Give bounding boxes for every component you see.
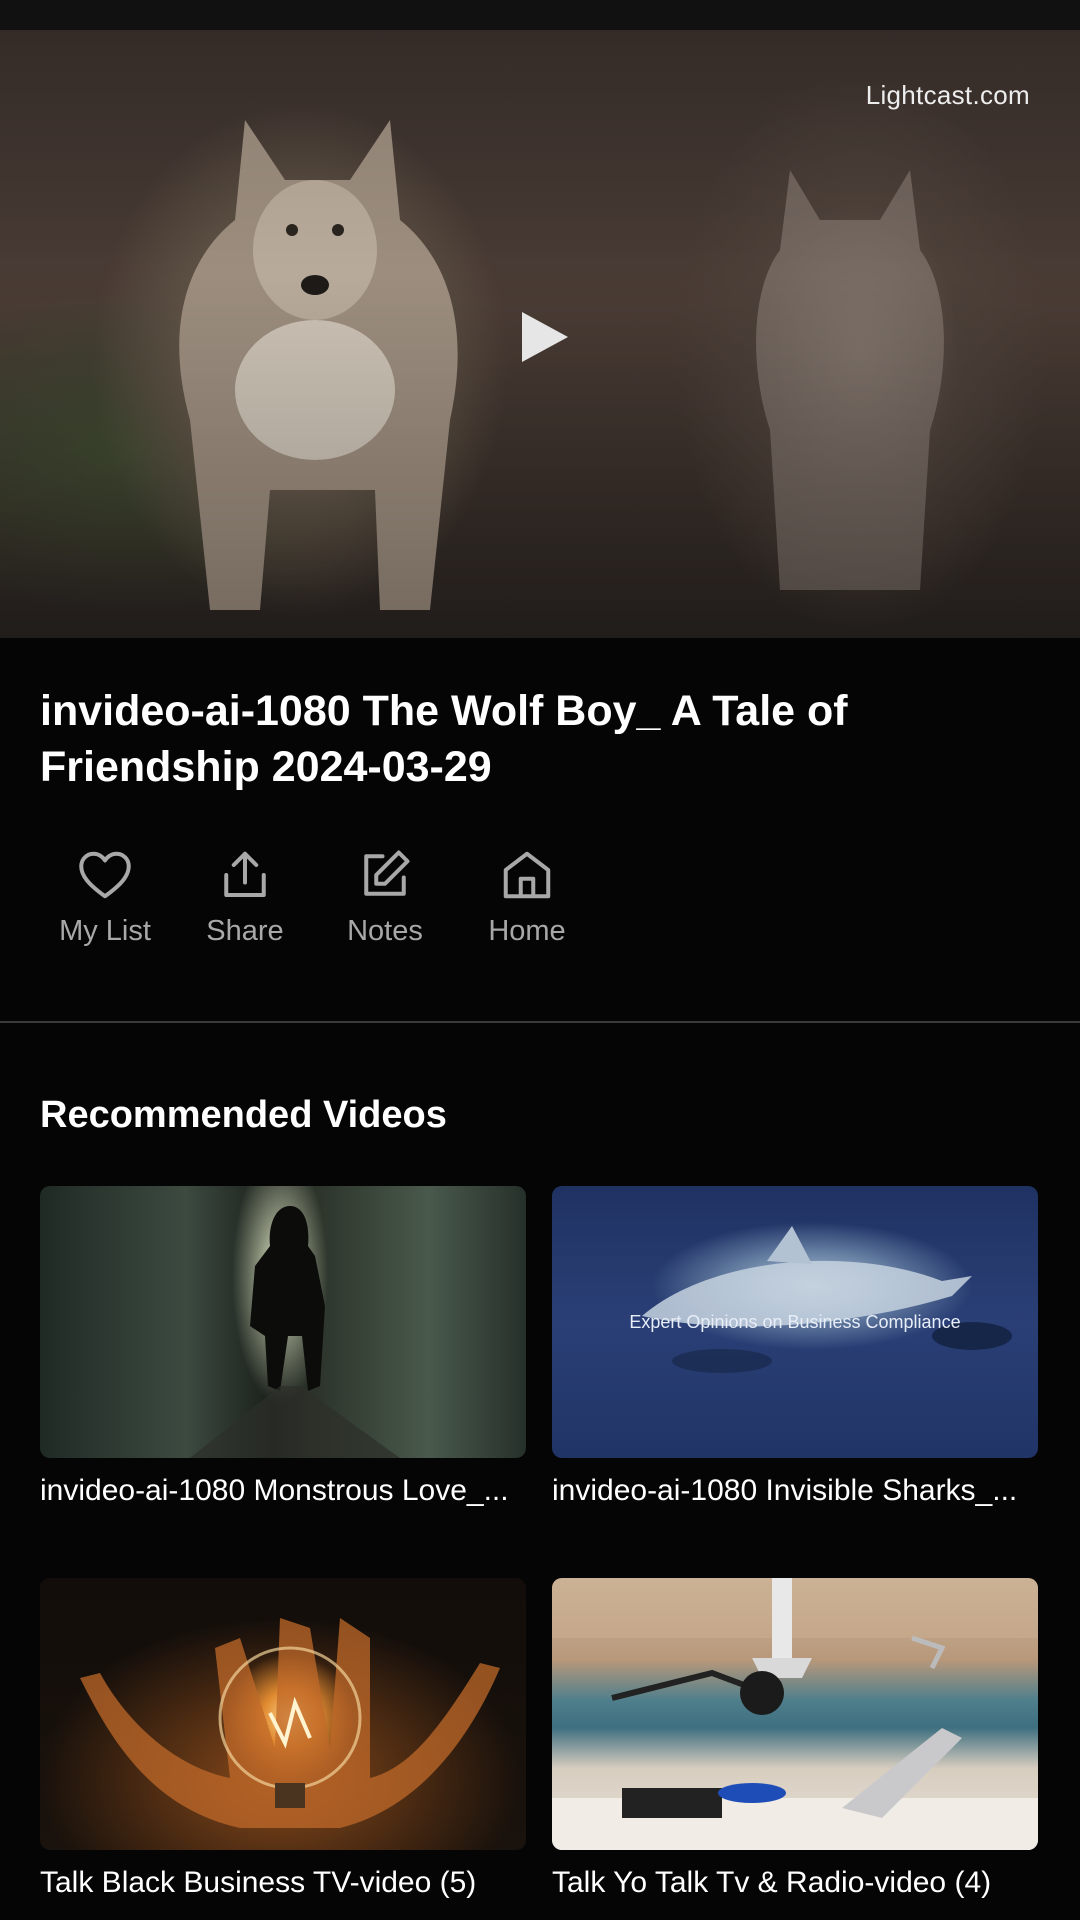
video-title: invideo-ai-1080 The Wolf Boy_ A Tale of … <box>40 687 848 791</box>
share-icon <box>224 851 266 897</box>
video-thumbnail: Expert Opinions on Business Compliance <box>552 1186 1038 1458</box>
home-icon <box>503 851 551 899</box>
thumbnail-text: Expert Opinions on Business Compliance <box>629 1312 961 1332</box>
home-label: Home <box>488 915 566 947</box>
my-list-label: My List <box>59 915 151 947</box>
play-icon[interactable] <box>520 310 570 364</box>
share-button[interactable]: Share <box>180 845 310 948</box>
status-strip <box>0 0 1080 30</box>
share-label: Share <box>206 915 284 947</box>
watermark: Lightcast.com <box>865 80 1030 110</box>
video-thumbnail <box>40 1186 526 1458</box>
video-thumbnail <box>552 1578 1038 1850</box>
recommended-title: Recommended Videos <box>40 1094 447 1136</box>
video-card[interactable]: Talk Black Business TV-video (5) <box>40 1578 526 1900</box>
video-card-title: invideo-ai-1080 Monstrous Love_... <box>40 1474 509 1507</box>
studio-desk <box>552 1578 1038 1850</box>
video-card[interactable]: Talk Yo Talk Tv & Radio-video (4) <box>552 1578 1038 1900</box>
video-card[interactable]: Expert Opinions on Business Compliance i… <box>552 1186 1038 1508</box>
home-button[interactable]: Home <box>462 845 592 948</box>
heart-icon <box>79 851 131 899</box>
edit-icon <box>364 850 410 896</box>
notes-label: Notes <box>347 915 423 947</box>
video-card-title: invideo-ai-1080 Invisible Sharks_... <box>552 1474 1018 1507</box>
video-player[interactable]: Lightcast.com <box>0 30 1080 638</box>
notes-button[interactable]: Notes <box>320 845 450 948</box>
lightbulb-hand <box>80 1618 500 1828</box>
divider <box>0 1021 1080 1023</box>
video-thumbnail <box>40 1578 526 1850</box>
my-list-button[interactable]: My List <box>40 845 170 948</box>
video-card-title: Talk Black Business TV-video (5) <box>40 1866 477 1899</box>
hallway-figure <box>190 1206 400 1458</box>
video-card[interactable]: invideo-ai-1080 Monstrous Love_... <box>40 1186 526 1508</box>
video-card-title: Talk Yo Talk Tv & Radio-video (4) <box>552 1866 992 1899</box>
